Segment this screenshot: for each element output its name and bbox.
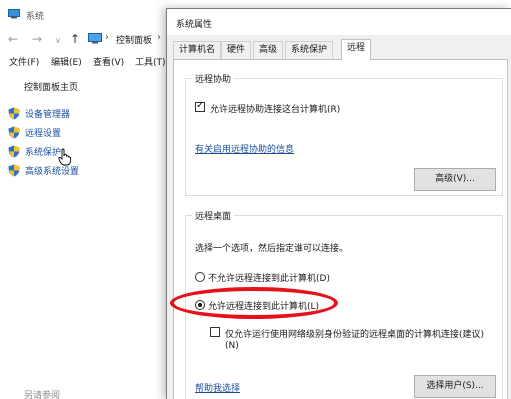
sidebar-item-label: 设备管理器 [25, 109, 71, 120]
control-panel-window: 系统 ← → ∨ ↑ › 控制面板 › 文件(F) 编辑(E) 查看(V) 工具… [0, 0, 175, 399]
sidebar-item-remote-settings[interactable]: 远程设置 [8, 125, 61, 139]
menu-file[interactable]: 文件(F) [9, 55, 39, 68]
sidebar-item-label: 远程设置 [25, 128, 62, 139]
menu-edit[interactable]: 编辑(E) [51, 55, 82, 68]
address-crumb[interactable]: 控制面板 [116, 33, 152, 46]
control-panel-title: 系统 [26, 12, 45, 22]
red-highlight-ellipse [170, 287, 338, 319]
checkmark-icon: ✓ [196, 100, 205, 111]
dialog-title: 系统属性 [176, 20, 213, 30]
tab-computer-name[interactable]: 计算机名 [173, 41, 222, 59]
remote-desktop-group-label: 远程桌面 [192, 209, 235, 222]
sidebar-item-label: 系统保护 [25, 147, 62, 158]
address-separator-icon[interactable]: › [157, 32, 161, 43]
allow-remote-assistance-checkbox[interactable]: ✓ [195, 100, 205, 112]
address-separator-icon: › [105, 32, 109, 43]
tab-system-protection[interactable]: 系统保护 [285, 41, 334, 59]
remote-assistance-info-link[interactable]: 有关启用远程协助的信息 [195, 142, 294, 155]
system-properties-dialog: 系统属性 计算机名 硬件 高级 系统保护 远程 远程协助 ✓ 允许远程协助连接这… [166, 8, 511, 399]
uac-shield-icon [8, 164, 20, 176]
forward-arrow-icon[interactable]: → [32, 32, 42, 46]
remote-assistance-group: 远程协助 ✓ 允许远程协助连接这台计算机(R) 有关启用远程协助的信息 高级(V… [185, 72, 503, 196]
control-panel-home-link[interactable]: 控制面板主页 [24, 80, 78, 93]
tab-remote[interactable]: 远程 [341, 39, 372, 60]
disallow-remote-radio[interactable] [195, 272, 205, 282]
computer-icon [8, 9, 20, 19]
uac-shield-icon [8, 107, 20, 119]
nla-only-label[interactable]: 仅允许运行使用网络级别身份验证的远程桌面的计算机连接(建议) [225, 327, 484, 340]
menu-view[interactable]: 查看(V) [93, 55, 124, 68]
nla-only-checkbox[interactable] [210, 327, 220, 337]
select-users-button[interactable]: 选择用户(S)... [414, 375, 496, 398]
menu-bar: 文件(F) 编辑(E) 查看(V) 工具(T) [0, 52, 175, 70]
back-arrow-icon[interactable]: ← [8, 32, 18, 46]
navigation-bar: ← → ∨ ↑ › 控制面板 › [0, 28, 175, 50]
advanced-button[interactable]: 高级(V)... [414, 168, 496, 191]
control-panel-titlebar: 系统 [0, 0, 175, 28]
nla-only-label-shortcut[interactable]: (N) [225, 341, 239, 351]
tab-hardware[interactable]: 硬件 [221, 41, 252, 59]
sidebar-item-device-manager[interactable]: 设备管理器 [8, 106, 70, 120]
remote-tab-panel: 远程协助 ✓ 允许远程协助连接这台计算机(R) 有关启用远程协助的信息 高级(V… [173, 59, 508, 399]
help-me-choose-link[interactable]: 帮助我选择 [195, 381, 240, 394]
tab-strip: 计算机名 硬件 高级 系统保护 远程 [173, 39, 503, 60]
see-also-heading: 另请参阅 [24, 391, 61, 399]
tab-advanced[interactable]: 高级 [253, 41, 284, 59]
menu-tools[interactable]: 工具(T) [135, 55, 166, 68]
hand-cursor-icon [58, 148, 71, 166]
remote-assistance-group-label: 远程协助 [192, 72, 235, 85]
up-arrow-icon[interactable]: ↑ [70, 32, 80, 46]
control-panel-icon [88, 33, 102, 44]
uac-shield-icon [8, 126, 20, 138]
sidebar-item-system-protection[interactable]: 系统保护 [8, 144, 61, 158]
disallow-remote-label[interactable]: 不允许远程连接到此计算机(D) [208, 271, 330, 284]
dialog-titlebar: 系统属性 [167, 9, 511, 35]
uac-shield-icon [8, 145, 20, 157]
remote-desktop-instruction: 选择一个选项，然后指定谁可以连接。 [195, 244, 349, 254]
allow-remote-assistance-label[interactable]: 允许远程协助连接这台计算机(R) [210, 102, 340, 115]
recent-dropdown-icon[interactable]: ∨ [55, 34, 61, 48]
